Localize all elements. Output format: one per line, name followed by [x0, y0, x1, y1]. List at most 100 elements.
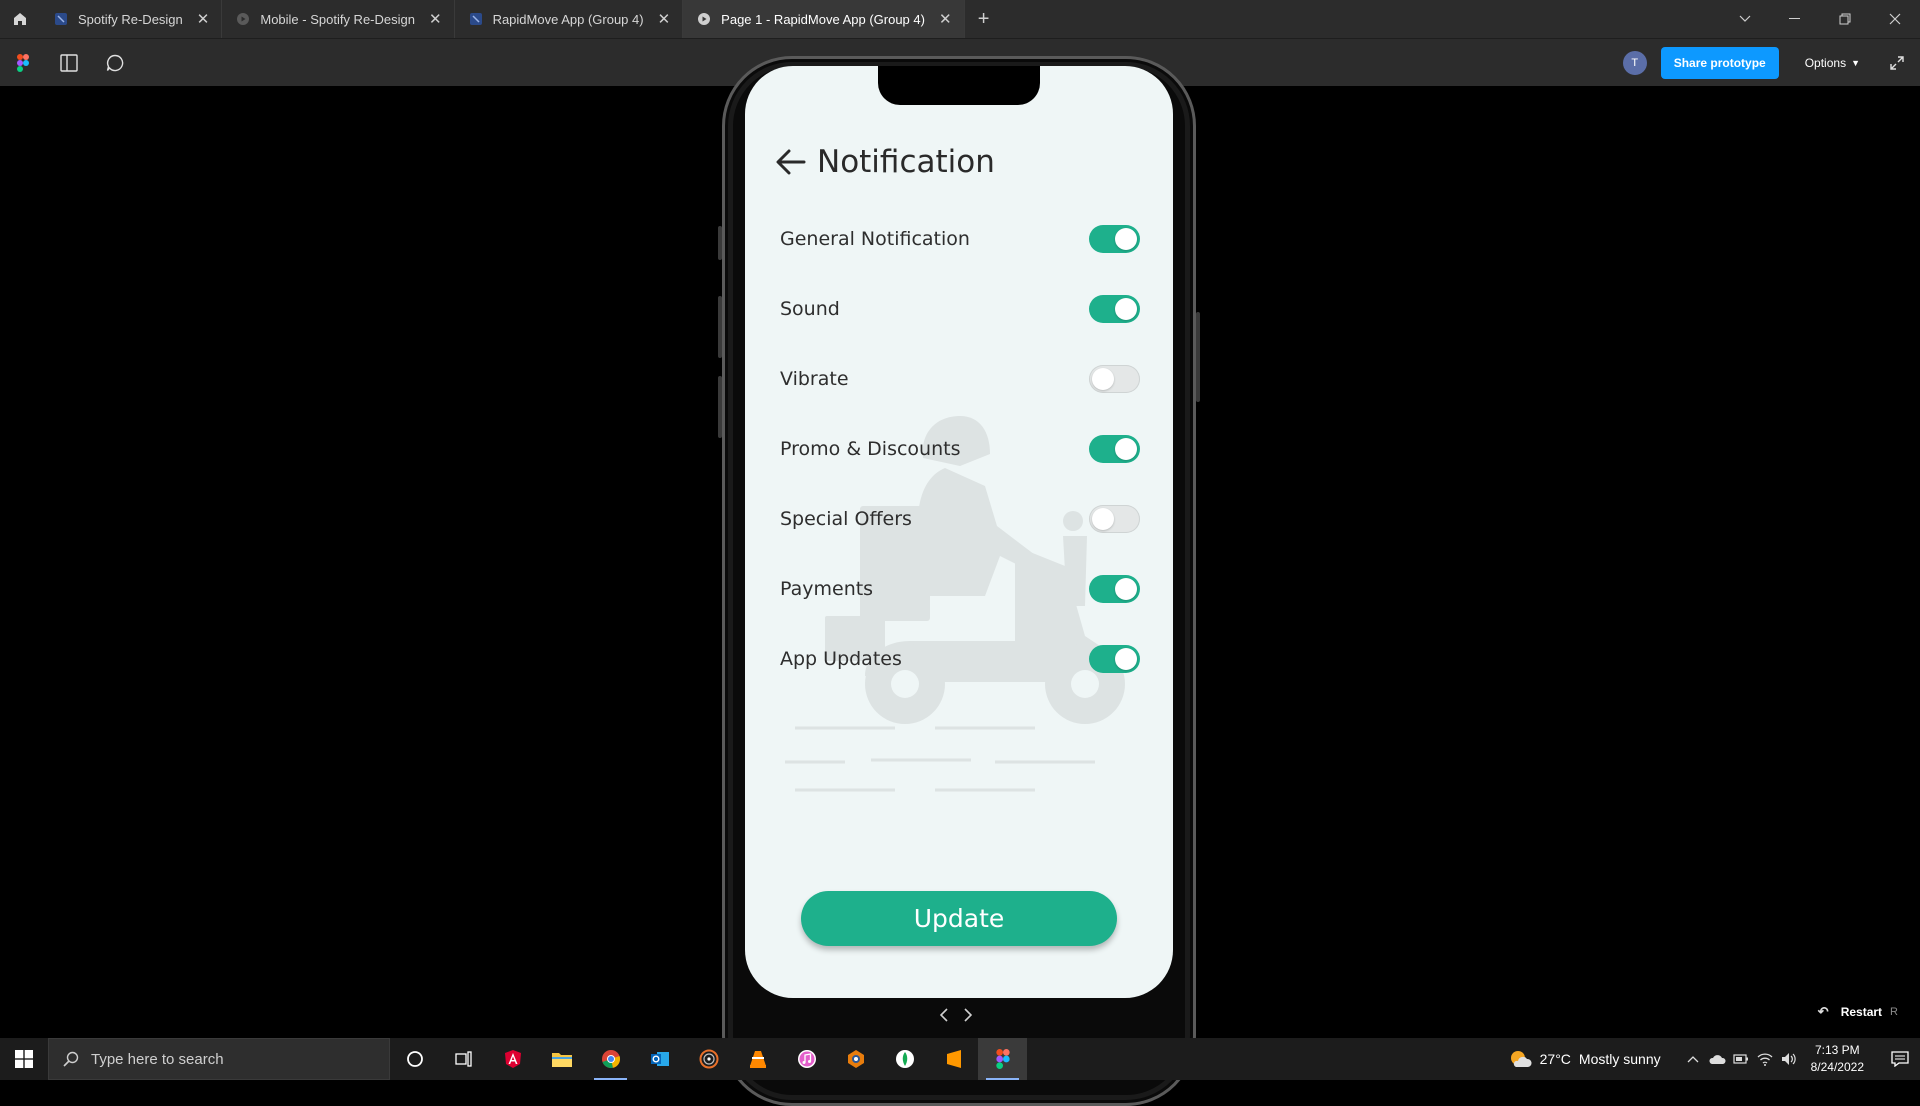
- start-button[interactable]: [0, 1038, 48, 1080]
- cortana-button[interactable]: [390, 1038, 439, 1080]
- mongodb-icon: [895, 1050, 914, 1068]
- tab-label: Spotify Re-Design: [78, 11, 183, 27]
- toggle-knob: [1115, 438, 1137, 460]
- close-tab-icon[interactable]: ✕: [197, 12, 210, 27]
- phone-notch: [878, 66, 1040, 105]
- figma-logo-icon: [17, 53, 29, 72]
- figma-menu-button[interactable]: [0, 39, 46, 87]
- update-button[interactable]: Update: [801, 891, 1117, 946]
- phone-screen: Notification General Notification Sound …: [745, 66, 1173, 998]
- vibrate-toggle[interactable]: [1089, 365, 1140, 393]
- previous-frame-button[interactable]: [937, 1006, 951, 1024]
- tab-mobile-spotify-redesign[interactable]: Mobile - Spotify Re-Design ✕: [222, 0, 455, 38]
- mongodb-compass-app[interactable]: [880, 1038, 929, 1080]
- close-tab-icon[interactable]: ✕: [429, 12, 442, 27]
- windows-logo-icon: [15, 1050, 33, 1068]
- sublime-text-app[interactable]: [929, 1038, 978, 1080]
- tab-label: RapidMove App (Group 4): [492, 11, 644, 27]
- battery-icon: [1733, 1054, 1748, 1064]
- setting-label: Special Offers: [780, 508, 912, 530]
- new-tab-button[interactable]: +: [965, 0, 1003, 38]
- media-player-app[interactable]: [684, 1038, 733, 1080]
- page-title: Notification: [817, 144, 995, 180]
- comments-button[interactable]: [92, 39, 138, 87]
- network-button[interactable]: [1753, 1052, 1777, 1066]
- system-tray: 27°C Mostly sunny 7:13 PM 8/24/2022: [1508, 1038, 1920, 1080]
- battery-button[interactable]: [1729, 1054, 1753, 1064]
- minimize-icon: [1789, 18, 1800, 19]
- itunes-app[interactable]: [782, 1038, 831, 1080]
- tab-spotify-redesign[interactable]: Spotify Re-Design ✕: [40, 0, 223, 38]
- taskbar-search-input[interactable]: Type here to search: [48, 1038, 390, 1080]
- restore-button[interactable]: [1820, 0, 1870, 38]
- sidebar-icon: [60, 53, 78, 72]
- restore-icon: [1839, 13, 1851, 25]
- close-icon: [1889, 13, 1901, 25]
- weather-widget[interactable]: 27°C Mostly sunny: [1508, 1049, 1661, 1069]
- outlook-app[interactable]: [635, 1038, 684, 1080]
- tab-rapidmove-app[interactable]: RapidMove App (Group 4) ✕: [455, 0, 684, 38]
- setting-general-notification: General Notification: [780, 219, 1140, 259]
- options-button[interactable]: Options ▼: [1791, 47, 1874, 79]
- toggle-knob: [1115, 578, 1137, 600]
- minimize-button[interactable]: [1770, 0, 1820, 38]
- blender-app[interactable]: [831, 1038, 880, 1080]
- app-updates-toggle[interactable]: [1089, 645, 1140, 673]
- setting-label: Vibrate: [780, 368, 849, 390]
- onedrive-button[interactable]: [1705, 1053, 1729, 1065]
- avatar[interactable]: T: [1622, 51, 1647, 75]
- tab-list-button[interactable]: [1720, 0, 1770, 38]
- vlc-app[interactable]: [733, 1038, 782, 1080]
- home-button[interactable]: [0, 0, 40, 38]
- weather-temperature: 27°C: [1539, 1051, 1571, 1067]
- special-offers-toggle[interactable]: [1089, 505, 1140, 533]
- weather-condition: Mostly sunny: [1578, 1051, 1661, 1067]
- taskbar-clock[interactable]: 7:13 PM 8/24/2022: [1811, 1042, 1864, 1076]
- figma-file-icon: [469, 12, 483, 26]
- general-notification-toggle[interactable]: [1089, 225, 1140, 253]
- volume-button[interactable]: [1777, 1052, 1801, 1066]
- comment-icon: [106, 54, 124, 71]
- task-view-icon: [454, 1051, 472, 1067]
- window-controls: [1720, 0, 1920, 38]
- cortana-icon: [406, 1051, 423, 1067]
- chevron-down-icon: ▼: [1851, 58, 1860, 68]
- chrome-app[interactable]: [586, 1038, 635, 1080]
- show-hidden-icons-button[interactable]: [1681, 1055, 1705, 1063]
- restart-label: Restart: [1840, 1005, 1883, 1019]
- angular-app[interactable]: [488, 1038, 537, 1080]
- setting-label: Promo & Discounts: [780, 438, 961, 460]
- close-tab-icon[interactable]: ✕: [658, 12, 671, 27]
- figma-app[interactable]: [978, 1038, 1027, 1080]
- home-icon: [14, 13, 26, 25]
- wifi-icon: [1757, 1053, 1773, 1066]
- plus-icon: +: [977, 7, 990, 30]
- notification-center-button[interactable]: [1880, 1051, 1920, 1067]
- promo-discounts-toggle[interactable]: [1089, 435, 1140, 463]
- back-button[interactable]: [775, 146, 807, 178]
- toggle-knob: [1115, 648, 1137, 670]
- close-window-button[interactable]: [1870, 0, 1920, 38]
- itunes-icon: [797, 1050, 816, 1068]
- file-explorer-app[interactable]: [537, 1038, 586, 1080]
- task-view-button[interactable]: [439, 1038, 488, 1080]
- next-frame-button[interactable]: [961, 1006, 975, 1024]
- payments-toggle[interactable]: [1089, 575, 1140, 603]
- chevron-up-icon: [1687, 1056, 1699, 1063]
- outlook-icon: [650, 1052, 669, 1066]
- setting-label: Payments: [780, 578, 874, 600]
- share-prototype-button[interactable]: Share prototype: [1660, 47, 1779, 79]
- tab-page1-rapidmove[interactable]: Page 1 - RapidMove App (Group 4) ✕: [683, 0, 965, 38]
- setting-promo-discounts: Promo & Discounts: [780, 429, 1140, 469]
- toggle-sidebar-button[interactable]: [46, 39, 92, 87]
- screen-header: Notification: [775, 138, 995, 186]
- phone-power-button: [1196, 312, 1200, 402]
- phone-volume-up: [718, 296, 722, 358]
- prototype-canvas: Notification General Notification Sound …: [0, 56, 1920, 1106]
- sound-toggle[interactable]: [1089, 295, 1140, 323]
- toggle-knob: [1115, 228, 1137, 250]
- close-tab-icon[interactable]: ✕: [939, 12, 952, 27]
- restart-button[interactable]: ↶ Restart R: [1818, 1004, 1898, 1020]
- chrome-icon: [601, 1050, 620, 1069]
- fullscreen-button[interactable]: [1874, 39, 1920, 87]
